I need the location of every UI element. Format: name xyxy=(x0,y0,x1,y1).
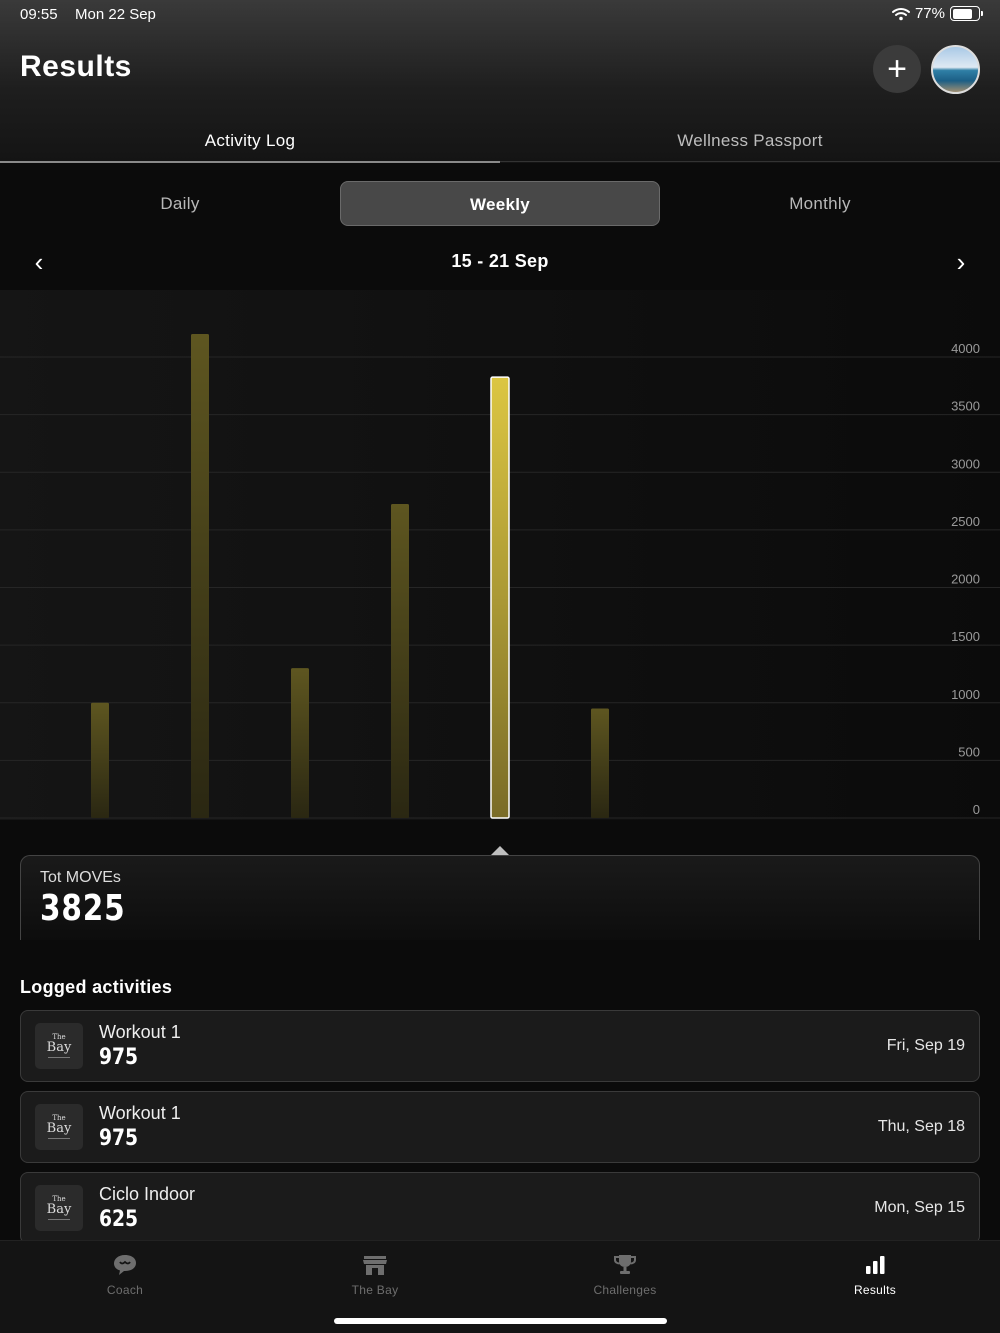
y-tick-label: 4000 xyxy=(951,341,980,356)
avatar[interactable] xyxy=(931,45,980,94)
activity-name: Ciclo Indoor xyxy=(99,1184,196,1204)
date-navigator: 15 - 21 Sep ‹ › xyxy=(0,245,1000,279)
activity-item[interactable]: The Bay Workout 1 975 Fri, Sep 19 xyxy=(20,1010,980,1082)
tab-wellness-passport[interactable]: Wellness Passport xyxy=(500,118,1000,163)
y-tick-label: 1500 xyxy=(951,629,980,644)
activity-moves: 975 xyxy=(99,1126,139,1151)
wifi-icon xyxy=(891,7,910,20)
chart-bar[interactable] xyxy=(591,708,609,818)
chart-bar[interactable] xyxy=(291,668,309,818)
nav-challenges-label: Challenges xyxy=(593,1283,657,1297)
chart-bar-selected[interactable] xyxy=(490,376,510,819)
chart-svg: 0 500 1000 1500 2000 2500 3000 3500 4000 xyxy=(0,333,1000,819)
y-tick-label: 0 xyxy=(973,802,980,817)
the-bay-logo: The Bay xyxy=(35,1185,83,1231)
nav-challenges[interactable]: Challenges xyxy=(500,1253,750,1297)
main-tabs: Activity Log Wellness Passport xyxy=(0,118,1000,163)
status-indicators: 77% xyxy=(891,5,983,22)
status-bar: 09:55 Mon 22 Sep 77% xyxy=(0,0,1000,28)
total-moves-label: Tot MOVEs xyxy=(40,869,121,886)
trophy-icon xyxy=(614,1255,636,1274)
y-tick-label: 1000 xyxy=(951,687,980,702)
nav-results-label: Results xyxy=(853,1283,897,1297)
storefront-icon xyxy=(363,1256,387,1275)
page-title: Results xyxy=(20,50,132,83)
moves-chart: 0 500 1000 1500 2000 2500 3000 3500 4000 xyxy=(0,290,1000,850)
nav-the-bay-label: The Bay xyxy=(351,1283,399,1297)
y-tick-label: 2000 xyxy=(951,572,980,587)
chart-bar[interactable] xyxy=(191,333,209,818)
tab-monthly[interactable]: Monthly xyxy=(660,181,980,226)
the-bay-logo: The Bay xyxy=(35,1104,83,1150)
date-range: 15 - 21 Sep xyxy=(451,251,549,271)
selection-pointer xyxy=(491,846,509,855)
nav-the-bay[interactable]: The Bay xyxy=(250,1253,500,1297)
chart-bar[interactable] xyxy=(91,702,109,818)
activity-name: Workout 1 xyxy=(99,1022,181,1042)
nav-coach[interactable]: Coach xyxy=(0,1253,250,1297)
total-moves-card: Tot MOVEs 3825 xyxy=(20,855,980,940)
nav-results[interactable]: Results xyxy=(750,1253,1000,1297)
battery-percent: 77% xyxy=(914,5,945,22)
tab-activity-log[interactable]: Activity Log xyxy=(0,118,500,163)
y-tick-label: 3000 xyxy=(951,456,980,471)
activity-name: Workout 1 xyxy=(99,1103,181,1123)
total-moves-value: 3825 xyxy=(40,888,126,929)
activity-moves: 975 xyxy=(99,1045,139,1070)
tab-divider xyxy=(500,161,1000,162)
status-date: Mon 22 Sep xyxy=(75,6,156,23)
battery-icon xyxy=(950,6,983,21)
nav-coach-label: Coach xyxy=(106,1283,144,1297)
chevron-right-icon[interactable]: › xyxy=(946,247,976,277)
logo-text-main: Bay xyxy=(46,1121,72,1136)
add-button[interactable]: + xyxy=(873,45,921,93)
activity-date: Fri, Sep 19 xyxy=(886,1037,965,1054)
y-tick-label: 3500 xyxy=(951,399,980,414)
period-tabs: Daily Weekly Monthly xyxy=(20,181,980,226)
the-bay-logo: The Bay xyxy=(35,1023,83,1069)
tab-daily[interactable]: Daily xyxy=(20,181,340,226)
logo-text-main: Bay xyxy=(46,1040,72,1055)
activity-date: Mon, Sep 15 xyxy=(874,1199,965,1216)
activity-date: Thu, Sep 18 xyxy=(877,1118,965,1135)
activity-item[interactable]: The Bay Workout 1 975 Thu, Sep 18 xyxy=(20,1091,980,1163)
chat-bubble-icon xyxy=(114,1255,136,1275)
chevron-left-icon[interactable]: ‹ xyxy=(24,247,54,277)
y-tick-label: 2500 xyxy=(951,514,980,529)
logged-activities-title: Logged activities xyxy=(20,977,173,997)
status-time: 09:55 xyxy=(20,6,58,23)
activity-moves: 625 xyxy=(99,1207,139,1232)
home-indicator[interactable] xyxy=(334,1318,667,1324)
y-tick-label: 500 xyxy=(958,744,980,759)
tab-weekly[interactable]: Weekly xyxy=(340,181,660,226)
chart-bar[interactable] xyxy=(391,503,409,818)
bar-chart-icon xyxy=(866,1256,885,1274)
activity-item[interactable]: The Bay Ciclo Indoor 625 Mon, Sep 15 xyxy=(20,1172,980,1244)
logo-text-main: Bay xyxy=(46,1202,72,1217)
